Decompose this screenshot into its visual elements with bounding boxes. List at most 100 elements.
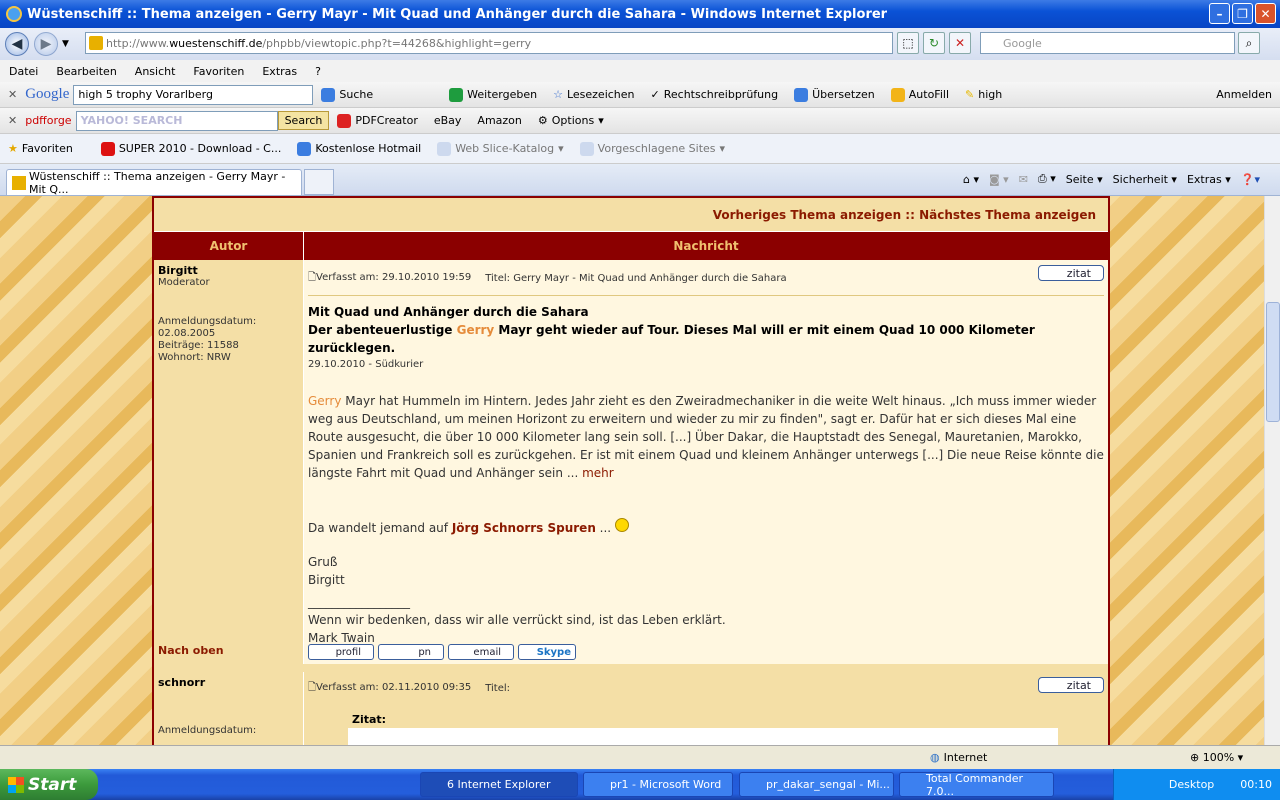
quote-label: Zitat:: [352, 713, 387, 726]
spellcheck-button[interactable]: ✓ Rechtschreibprüfung: [643, 88, 787, 101]
quote-button[interactable]: zitat: [1038, 265, 1104, 281]
lesezeichen-button[interactable]: ☆ Lesezeichen: [545, 88, 642, 101]
email-button[interactable]: email: [448, 644, 514, 660]
menu-help[interactable]: ?: [306, 65, 330, 78]
quote-button[interactable]: zitat: [1038, 677, 1104, 693]
menu-ansicht[interactable]: Ansicht: [126, 65, 185, 78]
window-title: Wüstenschiff :: Thema anzeigen - Gerry M…: [27, 6, 888, 22]
windows-flag-icon: [8, 777, 24, 793]
tab-row: Wüstenschiff :: Thema anzeigen - Gerry M…: [0, 164, 1280, 196]
extras-menu[interactable]: Extras ▾: [1187, 173, 1231, 186]
back-button[interactable]: ◀: [5, 32, 29, 56]
post-icon: 🗋: [308, 272, 317, 283]
task-internet-explorer[interactable]: 6 Internet Explorer: [420, 772, 578, 797]
options-button[interactable]: ⚙ Options ▾: [530, 114, 612, 127]
yahoo-search-input[interactable]: YAHOO! SEARCH: [75, 110, 278, 131]
anmelden-button[interactable]: Anmelden: [1208, 88, 1280, 101]
zoom-control[interactable]: ⊕ 100% ▾: [1190, 751, 1243, 764]
window-titlebar: Wüstenschiff :: Thema anzeigen - Gerry M…: [0, 0, 1280, 28]
post-row: schnorr Anmeldungsdatum: 🗋Verfasst am: 0…: [154, 672, 1108, 745]
spellcheck-icon: ✓: [650, 88, 660, 101]
history-dropdown-icon[interactable]: ▼: [62, 39, 69, 49]
feeds-icon[interactable]: ◙ ▾: [989, 173, 1009, 186]
pdf-icon: [337, 113, 352, 128]
google-search-button[interactable]: Suche: [313, 87, 381, 102]
google-toolbar: ✕ Google high 5 trophy Vorarlberg Suche …: [0, 82, 1280, 108]
address-bar[interactable]: http://www. wuestenschiff.de/phpbb/viewto…: [85, 32, 893, 54]
compat-view-icon[interactable]: ⬚: [897, 32, 919, 54]
google-logo: Google: [25, 86, 70, 102]
status-bar: ◍ Internet ⊕ 100% ▾: [0, 745, 1280, 769]
menu-bearbeiten[interactable]: Bearbeiten: [47, 65, 125, 78]
author-location: Wohnort: NRW: [158, 352, 231, 363]
post-count: Beiträge: 11588: [158, 340, 239, 351]
super-icon: [100, 141, 115, 156]
ebay-button[interactable]: eBay: [426, 114, 470, 127]
author-name: schnorr: [158, 676, 206, 689]
menu-favoriten[interactable]: Favoriten: [184, 65, 253, 78]
task-word-pr1[interactable]: pr1 - Microsoft Word: [583, 772, 733, 797]
tab-title: Wüstenschiff :: Thema anzeigen - Gerry M…: [29, 169, 286, 196]
pdfforge-logo: pdfforge: [25, 114, 72, 127]
forum-table: Vorheriges Thema anzeigen :: Nächstes Th…: [152, 196, 1110, 745]
task-total-commander[interactable]: Total Commander 7.0...: [899, 772, 1054, 798]
pm-button[interactable]: pn: [378, 644, 444, 660]
google-search-input[interactable]: high 5 trophy Vorarlberg: [73, 84, 314, 105]
page-content: Vorheriges Thema anzeigen :: Nächstes Th…: [0, 196, 1264, 745]
reg-date: 02.08.2005: [158, 328, 216, 339]
more-link[interactable]: mehr: [582, 466, 614, 480]
post-title: Titel: Gerry Mayr - Mit Quad und Anhänge…: [485, 273, 787, 284]
profile-button[interactable]: profil: [308, 644, 374, 660]
fav-super[interactable]: SUPER 2010 - Download - C...: [93, 141, 290, 156]
scroll-thumb[interactable]: [1266, 302, 1280, 422]
menu-datei[interactable]: Datei: [0, 65, 47, 78]
close-toolbar-icon[interactable]: ✕: [0, 88, 25, 101]
post-row: Birgitt Moderator Anmeldungsdatum: 02.08…: [154, 260, 1108, 645]
favorites-button[interactable]: ★ Favoriten: [0, 142, 81, 155]
minimize-button[interactable]: –: [1209, 3, 1230, 24]
autofill-button[interactable]: AutoFill: [883, 87, 957, 102]
refresh-icon[interactable]: ↻: [923, 32, 945, 54]
desktop-label[interactable]: Desktop: [1169, 778, 1214, 791]
article-source: 29.10.2010 - Südkurier: [308, 359, 424, 370]
pdfcreator-button[interactable]: PDFCreator: [329, 113, 425, 128]
print-icon[interactable]: ⎙ ▾: [1038, 172, 1056, 186]
seite-menu[interactable]: Seite ▾: [1066, 173, 1103, 186]
amazon-button[interactable]: Amazon: [469, 114, 529, 127]
yahoo-search-button[interactable]: Search: [277, 111, 330, 130]
highlight-button[interactable]: ✎ high: [957, 88, 1010, 101]
menu-bar: Datei Bearbeiten Ansicht Favoriten Extra…: [0, 60, 1280, 82]
search-input[interactable]: Google: [980, 32, 1235, 54]
back-to-top-link[interactable]: Nach oben: [158, 644, 224, 657]
task-word-dakar[interactable]: pr_dakar_sengal - Mi...: [739, 772, 894, 797]
system-tray: Desktop 00:10: [1113, 769, 1280, 800]
clock: 00:10: [1240, 778, 1272, 791]
schnorr-link[interactable]: Jörg Schnorrs Spuren: [452, 521, 596, 535]
vertical-scrollbar[interactable]: [1264, 196, 1280, 745]
translate-button[interactable]: Übersetzen: [786, 87, 883, 102]
new-tab-button[interactable]: [304, 169, 334, 195]
fav-suggested[interactable]: Vorgeschlagene Sites ▾: [572, 141, 733, 156]
search-icon[interactable]: ⌕: [1238, 32, 1260, 54]
maximize-button[interactable]: ❐: [1232, 3, 1253, 24]
weitergeben-button[interactable]: Weitergeben: [441, 87, 545, 102]
post-icon: 🗋: [308, 682, 317, 693]
close-button[interactable]: ✕: [1255, 3, 1276, 24]
fav-webslice[interactable]: Web Slice-Katalog ▾: [429, 141, 571, 156]
fav-hotmail[interactable]: Kostenlose Hotmail: [289, 141, 429, 156]
browser-tab[interactable]: Wüstenschiff :: Thema anzeigen - Gerry M…: [6, 169, 302, 196]
message-column-header: Nachricht: [673, 239, 739, 253]
close-pdfbar-icon[interactable]: ✕: [0, 114, 25, 127]
globe-icon: ◍: [930, 751, 940, 764]
forward-button[interactable]: ▶: [34, 32, 58, 56]
mail-icon[interactable]: ✉: [1019, 173, 1028, 186]
menu-extras[interactable]: Extras: [253, 65, 306, 78]
taskbar: Start 6 Internet Explorer pr1 - Microsof…: [0, 769, 1280, 800]
topic-nav[interactable]: Vorheriges Thema anzeigen :: Nächstes Th…: [154, 198, 1108, 232]
start-button[interactable]: Start: [0, 769, 98, 800]
help-icon[interactable]: ❓▾: [1241, 173, 1260, 186]
skype-button[interactable]: Skype: [518, 644, 576, 660]
home-icon[interactable]: ⌂ ▾: [963, 173, 979, 186]
sicherheit-menu[interactable]: Sicherheit ▾: [1113, 173, 1177, 186]
stop-icon[interactable]: ✕: [949, 32, 971, 54]
